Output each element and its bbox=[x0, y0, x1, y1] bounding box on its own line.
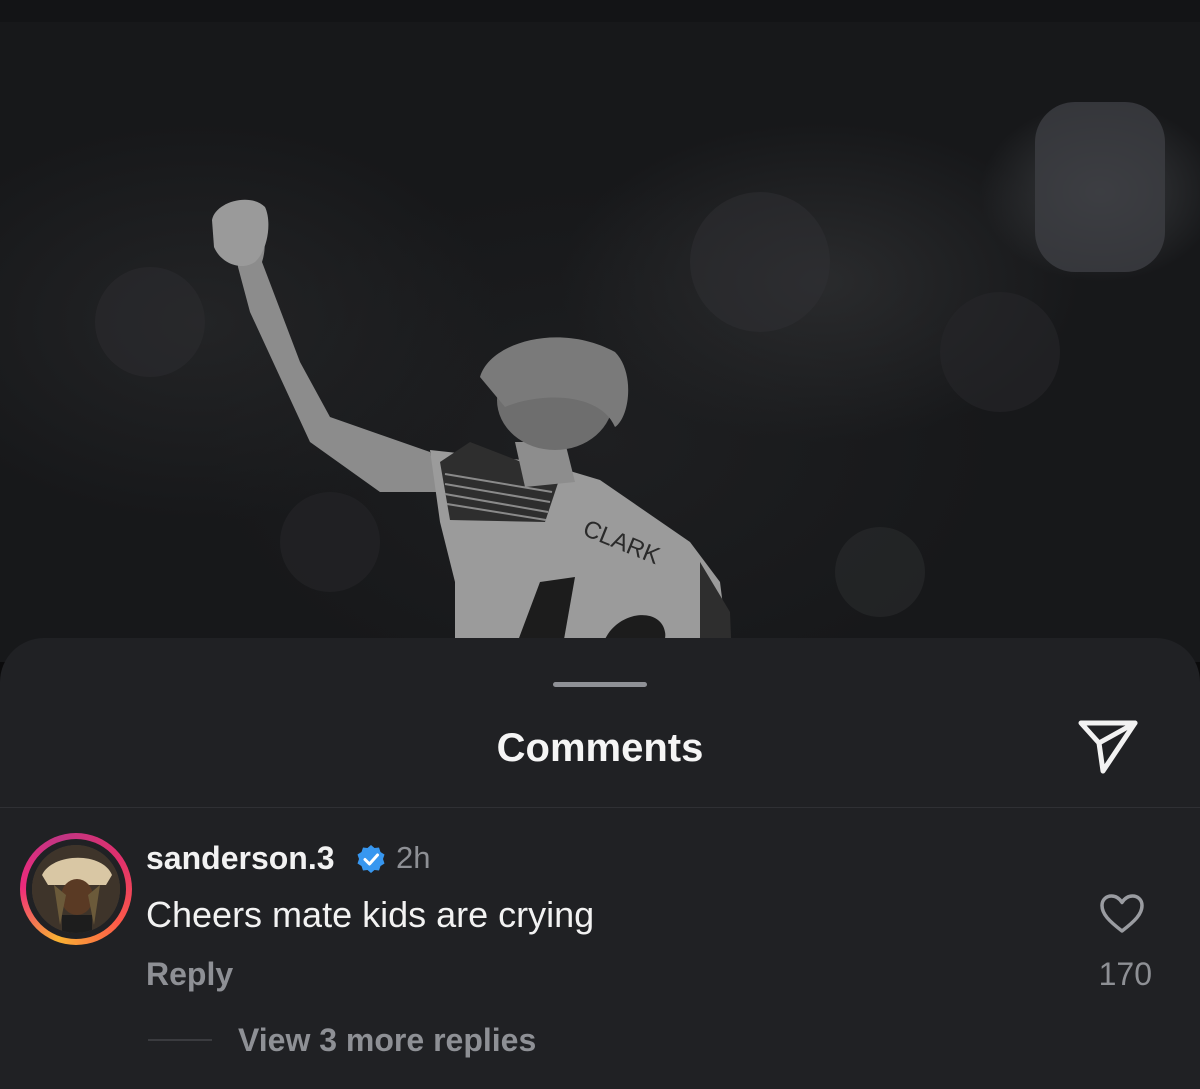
avatar-image bbox=[32, 845, 120, 933]
status-strip bbox=[0, 0, 1200, 22]
replies-thread-line bbox=[148, 1039, 212, 1041]
verified-badge-icon bbox=[356, 844, 386, 874]
comment-time: 2h bbox=[396, 840, 431, 875]
like-count: 170 bbox=[1098, 956, 1152, 992]
header-divider bbox=[0, 807, 1200, 808]
comment-username[interactable]: sanderson.3 bbox=[146, 838, 335, 878]
share-button[interactable] bbox=[1072, 710, 1144, 782]
comments-sheet: Comments sanderson.3 2h Cheers mate kids… bbox=[0, 638, 1200, 1089]
paper-plane-icon bbox=[1078, 720, 1138, 774]
comment-text: Cheers mate kids are crying bbox=[146, 894, 595, 935]
like-button[interactable] bbox=[1094, 888, 1150, 940]
post-photo[interactable]: CLARK bbox=[0, 22, 1200, 662]
avatar-story-ring[interactable] bbox=[20, 833, 132, 945]
heart-outline-icon bbox=[1100, 894, 1144, 933]
sheet-title: Comments bbox=[496, 726, 704, 770]
view-more-replies-button[interactable]: View 3 more replies bbox=[238, 1020, 536, 1060]
comments-screen: CLARK Comments sanderson.3 2h Cheers mat… bbox=[0, 0, 1200, 1089]
avatar bbox=[32, 845, 120, 933]
sheet-grabber[interactable] bbox=[553, 682, 647, 687]
reply-button[interactable]: Reply bbox=[146, 954, 233, 994]
player-illustration: CLARK bbox=[95, 102, 1165, 662]
